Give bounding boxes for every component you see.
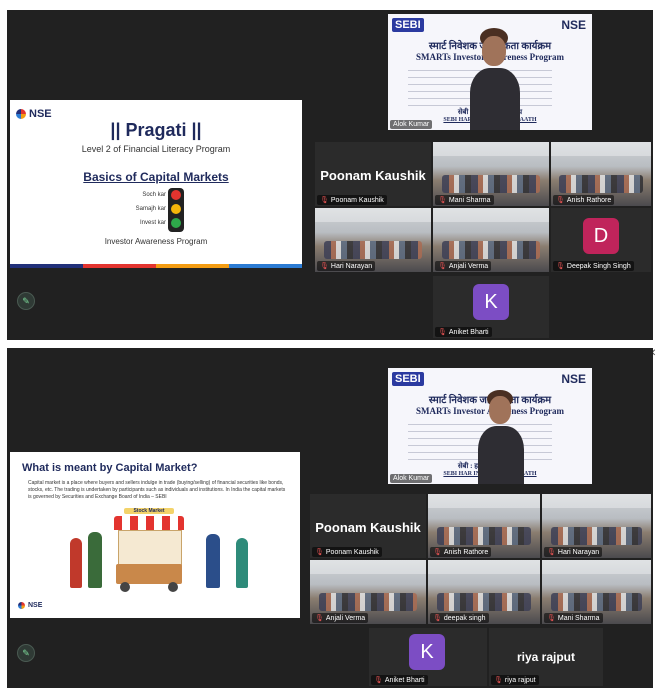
- person-figure: [70, 538, 82, 588]
- slide-title: || Pragati ||: [110, 120, 202, 140]
- annotate-pencil-icon[interactable]: ✎: [17, 292, 35, 310]
- mic-muted-icon: 🎙: [556, 197, 565, 204]
- participant-name: 🎙 Aniket Bharti: [435, 327, 492, 337]
- participant-tile-poonam[interactable]: Poonam Kaushik 🎙 Poonam Kaushik: [315, 142, 431, 206]
- mic-muted-icon: 🎙: [315, 615, 324, 622]
- mic-muted-icon: 🎙: [320, 263, 329, 270]
- participant-display-name: Poonam Kaushik: [320, 167, 426, 183]
- meeting-window-1: NSE || Pragati || Level 2 of Financial L…: [7, 10, 653, 340]
- participant-tile-anjali[interactable]: 🎙 Anjali Verma: [310, 560, 426, 624]
- participant-avatar: D: [583, 218, 619, 254]
- mic-muted-icon: 🎙: [320, 197, 329, 204]
- speaker-figure: [470, 24, 520, 130]
- participant-name: 🎙 Hari Narayan: [544, 547, 603, 557]
- mic-muted-icon: 🎙: [547, 615, 556, 622]
- participant-name: 🎙 Deepak Singh Singh: [553, 261, 634, 271]
- sebi-logo: SEBI: [392, 372, 424, 386]
- participant-tile-aniket[interactable]: K 🎙 Aniket Bharti: [433, 276, 549, 338]
- participant-avatar: K: [473, 284, 509, 320]
- participant-tile-hari[interactable]: 🎙 Hari Narayan: [315, 208, 431, 272]
- participant-name: 🎙 riya rajput: [491, 675, 539, 685]
- participant-name: Alok Kumar: [390, 120, 433, 129]
- shared-slide-capital-market: What is meant by Capital Market? Capital…: [10, 452, 300, 618]
- mic-muted-icon: 🎙: [438, 197, 447, 204]
- slide-body: Capital market is a place where buyers a…: [28, 480, 286, 500]
- participant-display-name: Poonam Kaushik: [315, 519, 421, 535]
- nse-logo: NSE: [18, 602, 42, 609]
- slide-footer: Investor Awareness Program: [104, 237, 208, 246]
- participant-tile-poonam[interactable]: Poonam Kaushik 🎙 Poonam Kaushik: [310, 494, 426, 558]
- participant-name: 🎙 Anish Rathore: [430, 547, 492, 557]
- participant-name: 🎙 Poonam Kaushik: [312, 547, 382, 557]
- participant-tile-deepak[interactable]: D 🎙 Deepak Singh Singh: [551, 208, 651, 272]
- participant-tile-mani[interactable]: 🎙 Mani Sharma: [433, 142, 549, 206]
- participant-tile-deepak[interactable]: 🎙 deepak singh: [428, 560, 540, 624]
- annotate-pencil-icon[interactable]: ✎: [17, 644, 35, 662]
- mic-muted-icon: 🎙: [547, 549, 556, 556]
- slide-heading: Basics of Capital Markets: [83, 170, 229, 184]
- speaker-video-tile[interactable]: SEBI NSE स्मार्ट निवेशक जागरूकता कार्यक्…: [388, 14, 592, 130]
- participant-name: 🎙 deepak singh: [430, 613, 489, 623]
- nse-logo-icon: [16, 109, 26, 119]
- mic-muted-icon: 🎙: [433, 549, 442, 556]
- participant-name: 🎙 Aniket Bharti: [371, 675, 428, 685]
- participant-tile-hari[interactable]: 🎙 Hari Narayan: [542, 494, 651, 558]
- speaker-figure: [478, 386, 524, 484]
- speaker-video-tile[interactable]: SEBI NSE स्मार्ट निवेशक जागरूकता कार्यक्…: [388, 368, 592, 484]
- participant-tile-anish[interactable]: 🎙 Anish Rathore: [428, 494, 540, 558]
- nse-logo-icon: [18, 602, 25, 609]
- mic-muted-icon: 🎙: [374, 677, 383, 684]
- stall-sign: Stock Market: [124, 508, 174, 514]
- nse-logo: NSE: [16, 108, 52, 120]
- meeting-window-2: What is meant by Capital Market? Capital…: [7, 348, 653, 688]
- participant-display-name: riya rajput: [516, 650, 576, 664]
- stall-roof: [114, 516, 184, 530]
- signal-graphic: Soch kar Samajh kar Invest kar: [122, 188, 188, 232]
- slide-stripe: [10, 264, 302, 268]
- stock-market-illustration: Stock Market: [60, 508, 270, 592]
- nse-logo: NSE: [561, 18, 586, 32]
- person-figure: [236, 538, 248, 588]
- mic-muted-icon: 🎙: [433, 615, 442, 622]
- participant-tile-riya[interactable]: riya rajput 🎙 riya rajput: [489, 628, 603, 686]
- participant-tile-aniket[interactable]: K 🎙 Aniket Bharti: [369, 628, 487, 686]
- mic-muted-icon: 🎙: [438, 263, 447, 270]
- signal-label: Samajh kar: [135, 206, 166, 212]
- participant-tile-mani[interactable]: 🎙 Mani Sharma: [542, 560, 651, 624]
- sebi-logo: SEBI: [392, 18, 424, 32]
- participant-name: 🎙 Anish Rathore: [553, 195, 615, 205]
- signal-label: Invest kar: [139, 220, 166, 226]
- participant-name: 🎙 Hari Narayan: [317, 261, 376, 271]
- shared-slide-pragati: NSE || Pragati || Level 2 of Financial L…: [10, 100, 302, 268]
- slide-subtitle: Level 2 of Financial Literacy Program: [81, 144, 231, 154]
- mic-muted-icon: 🎙: [494, 677, 503, 684]
- signal-label: Soch kar: [142, 192, 166, 198]
- slide-title: What is meant by Capital Market?: [22, 462, 198, 474]
- participant-name: 🎙 Poonam Kaushik: [317, 195, 387, 205]
- participant-name: 🎙 Mani Sharma: [435, 195, 494, 205]
- participant-tile-anish[interactable]: 🎙 Anish Rathore: [551, 142, 651, 206]
- participant-avatar: K: [409, 634, 445, 670]
- participant-name: 🎙 Anjali Verma: [312, 613, 369, 623]
- mic-muted-icon: 🎙: [556, 263, 565, 270]
- nse-logo: NSE: [561, 372, 586, 386]
- person-figure: [206, 534, 220, 588]
- mic-muted-icon: 🎙: [438, 329, 447, 336]
- person-figure: [88, 532, 102, 588]
- participant-name: 🎙 Mani Sharma: [544, 613, 603, 623]
- participant-tile-anjali[interactable]: 🎙 Anjali Verma: [433, 208, 549, 272]
- mic-muted-icon: 🎙: [315, 549, 324, 556]
- participant-name: Alok Kumar: [390, 474, 433, 483]
- traffic-light-icon: [168, 188, 184, 232]
- participant-name: 🎙 Anjali Verma: [435, 261, 492, 271]
